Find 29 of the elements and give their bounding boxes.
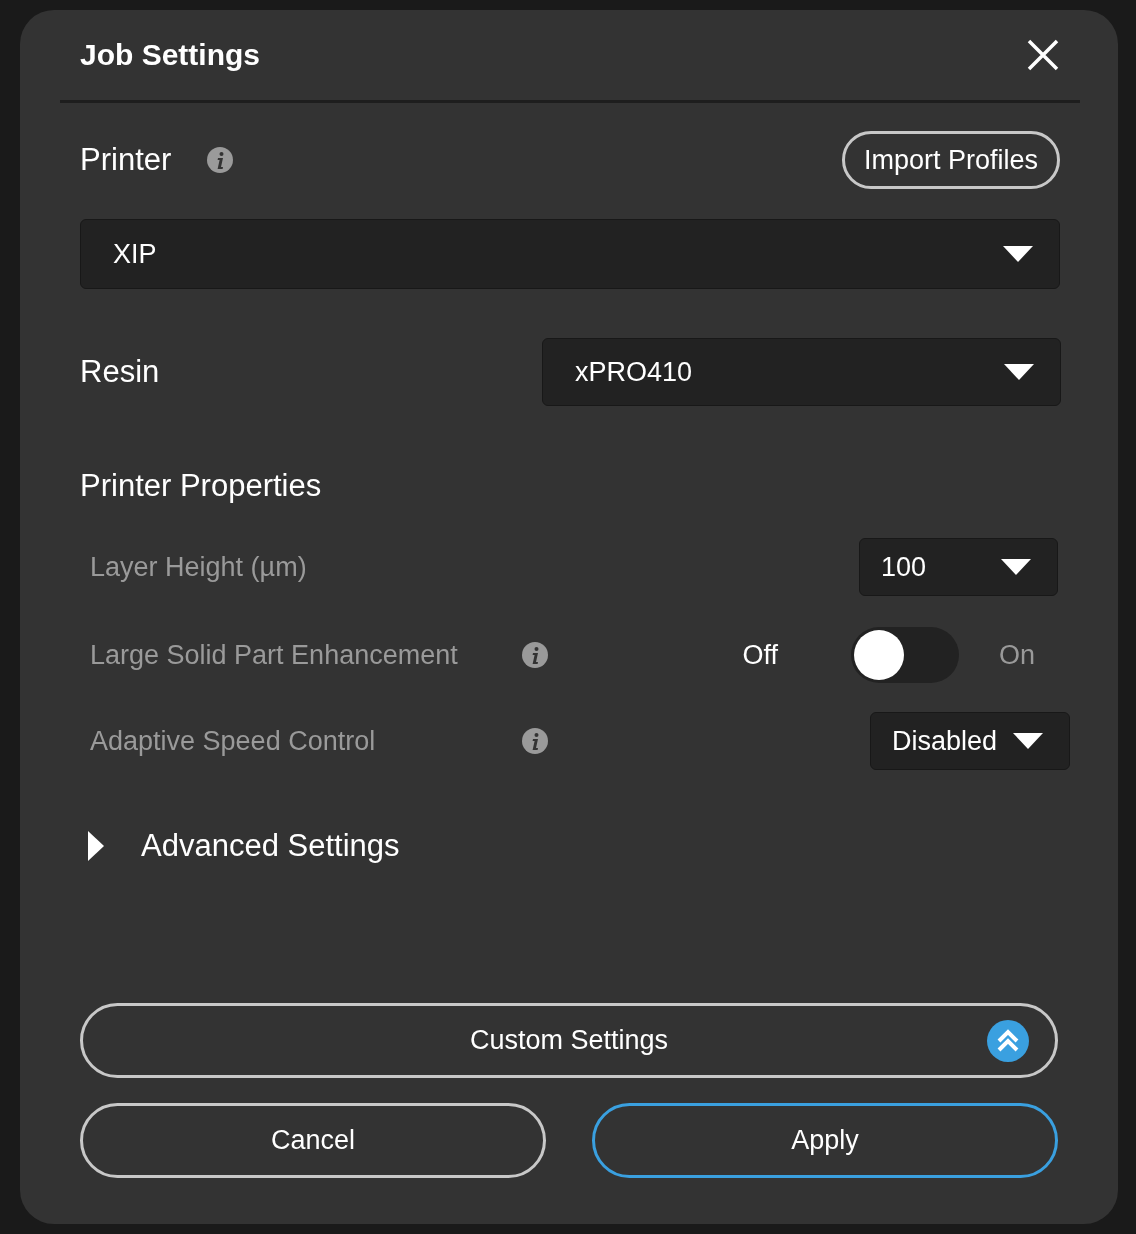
dropdown[interactable]: XIP [80,219,1060,289]
section-toggle-label[interactable]: Advanced Settings [141,828,400,864]
caret-icon [1003,246,1033,262]
property-label: Large Solid Part Enhancement [90,639,459,671]
expand-arrow-icon[interactable] [88,831,104,861]
field-label: Resin [80,354,160,390]
import-button[interactable]: Import Profiles [842,131,1060,189]
apply-button[interactable]: Apply [592,1103,1058,1178]
chevrons-up-icon [987,1020,1029,1062]
dropdown[interactable]: xPRO410 [542,338,1061,406]
custom-settings-button[interactable]: Custom Settings [80,1003,1058,1078]
cancel-button[interactable]: Cancel [80,1103,546,1178]
info-icon[interactable] [522,728,548,754]
toggle-switch[interactable] [850,627,959,683]
field-label: Printer [80,142,172,178]
off-label: Off [742,639,778,672]
info-icon[interactable] [207,147,234,173]
caret-icon [1001,559,1031,575]
dropdown[interactable]: 100 [859,538,1058,596]
section-heading: Printer Properties [80,468,323,504]
property-label: Adaptive Speed Control [90,725,377,757]
dialog-title: Job Settings [80,37,260,73]
property-label: Layer Height (µm) [90,551,308,583]
caret-icon [1004,364,1034,380]
close-button[interactable] [1026,38,1060,72]
info-icon[interactable] [522,642,548,668]
caret-icon [1013,733,1043,749]
dropdown[interactable]: Disabled [870,712,1070,770]
on-label: On [998,639,1035,672]
